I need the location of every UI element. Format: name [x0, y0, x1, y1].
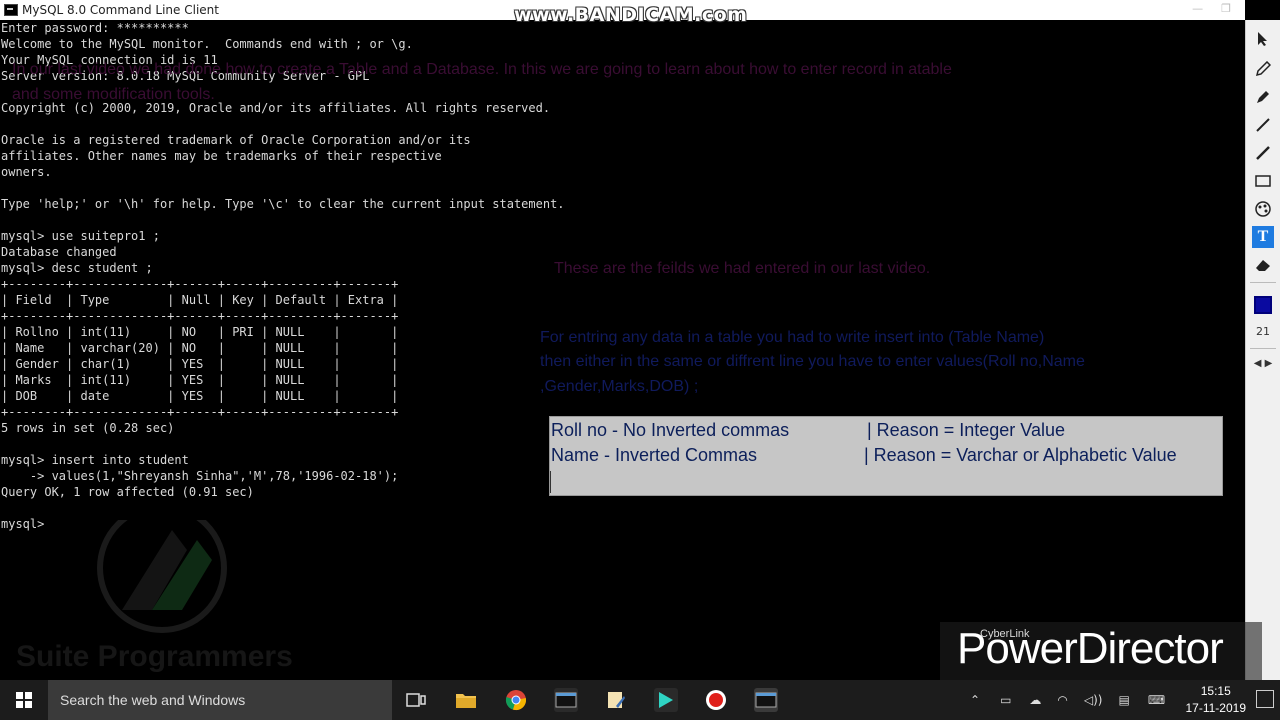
- annotation-toolbar: T 21 ◀ ▶: [1245, 20, 1280, 680]
- action-center-icon[interactable]: ▤: [1118, 693, 1129, 707]
- onedrive-icon[interactable]: ☁: [1029, 693, 1041, 707]
- annotation-insert-note-2: then either in the same or diffrent line…: [540, 353, 1085, 370]
- system-tray: ⌃ ▭ ☁ ◠ ◁)) ▤ ⌨: [970, 680, 1165, 720]
- reason-name-right: | Reason = Varchar or Alphabetic Value: [864, 445, 1177, 465]
- annotation-intro-line2: and some modification tools.: [12, 86, 215, 103]
- annotation-insert-note-1: For entring any data in a table you had …: [540, 329, 1045, 346]
- console-line: mysql> use suitepro1 ;: [1, 229, 160, 243]
- marker-tool-icon[interactable]: [1252, 86, 1274, 108]
- reason-rollno-left: Roll no - No Inverted commas: [551, 420, 790, 440]
- annotation-fields-note: These are the feilds we had entered in o…: [554, 260, 931, 277]
- minimize-icon[interactable]: —: [1192, 2, 1203, 15]
- clock-date: 17-11-2019: [1185, 701, 1247, 715]
- file-explorer-icon[interactable]: [454, 688, 478, 712]
- brush-tool-icon[interactable]: [1252, 142, 1274, 164]
- reason-rollno-right: | Reason = Integer Value: [867, 420, 1065, 440]
- console-line: Oracle is a registered trademark of Orac…: [1, 133, 471, 147]
- console-line: +--------+-------------+------+-----+---…: [1, 309, 399, 323]
- annotation-intro-line1: In our last video we had done how to cre…: [12, 61, 952, 78]
- line-tool-icon[interactable]: [1252, 114, 1274, 136]
- clock-time: 15:15: [1200, 684, 1231, 698]
- filmora-icon[interactable]: [654, 688, 678, 712]
- mysql-taskbar-icon[interactable]: [554, 688, 578, 712]
- pen-tool-icon[interactable]: [1252, 58, 1274, 80]
- cursor-tool-icon[interactable]: [1252, 28, 1274, 50]
- toolbar-separator: [1250, 282, 1276, 283]
- eraser-tool-icon[interactable]: [1252, 254, 1274, 276]
- powerdirector-text: PowerDirector: [957, 624, 1224, 673]
- rectangle-tool-icon[interactable]: [1252, 170, 1274, 192]
- console-line: Welcome to the MySQL monitor. Commands e…: [1, 37, 413, 51]
- reason-row-name: Name - Inverted Commas | Reason = Varcha…: [551, 445, 1177, 469]
- bandicam-record-icon[interactable]: [704, 688, 728, 712]
- mysql-console-icon: [4, 4, 18, 16]
- window-controls: — ❐: [1192, 2, 1231, 15]
- palette-tool-icon[interactable]: [1252, 198, 1274, 220]
- notification-icon[interactable]: [1256, 690, 1274, 708]
- windows-logo-icon: [16, 692, 32, 708]
- console-line: affiliates. Other names may be trademark…: [1, 149, 442, 163]
- keyboard-icon[interactable]: ⌨: [1148, 693, 1165, 707]
- pen-size-value[interactable]: 21: [1252, 325, 1274, 338]
- chrome-icon[interactable]: [504, 688, 528, 712]
- console-line: Enter password: **********: [1, 21, 189, 35]
- console-line: Database changed: [1, 245, 117, 259]
- console-line: mysql>: [1, 517, 52, 531]
- chevron-up-icon[interactable]: ⌃: [970, 693, 980, 707]
- volume-icon[interactable]: ◁)): [1084, 693, 1103, 707]
- toolbar-separator: [1250, 348, 1276, 349]
- maximize-icon[interactable]: ❐: [1221, 2, 1231, 15]
- mysql-window-icon[interactable]: [754, 688, 778, 712]
- console-line: | Field | Type | Null | Key | Default | …: [1, 293, 399, 307]
- search-placeholder: Search the web and Windows: [60, 692, 246, 708]
- annotation-insert-note-3: ,Gender,Marks,DOB) ;: [540, 378, 699, 395]
- taskbar-search[interactable]: Search the web and Windows: [48, 680, 392, 720]
- console-line: owners.: [1, 165, 52, 179]
- reason-row-rollno: Roll no - No Inverted commas | Reason = …: [551, 420, 1065, 444]
- taskbar-clock[interactable]: 15:15 17-11-2019: [1186, 683, 1247, 717]
- taskbar: Search the web and Windows ⌃ ▭ ☁ ◠ ◁)) ▤…: [0, 680, 1280, 720]
- console-line: +--------+-------------+------+-----+---…: [1, 277, 399, 291]
- text-tool-icon[interactable]: T: [1252, 226, 1274, 248]
- task-view-icon[interactable]: [404, 688, 428, 712]
- start-button[interactable]: [0, 680, 48, 720]
- wifi-icon[interactable]: ◠: [1057, 693, 1067, 707]
- text-caret: [550, 471, 551, 493]
- reason-name-left: Name - Inverted Commas: [551, 445, 758, 465]
- window-title: MySQL 8.0 Command Line Client: [22, 3, 219, 17]
- reason-textbox[interactable]: Roll no - No Inverted commas | Reason = …: [549, 416, 1223, 496]
- console-line: Type 'help;' or '\h' for help. Type '\c'…: [1, 197, 565, 211]
- notes-app-icon[interactable]: [604, 688, 628, 712]
- battery-icon[interactable]: ▭: [1000, 693, 1011, 707]
- toolbar-collapse-arrows[interactable]: ◀ ▶: [1248, 358, 1278, 372]
- color-picker-swatch[interactable]: [1254, 296, 1272, 314]
